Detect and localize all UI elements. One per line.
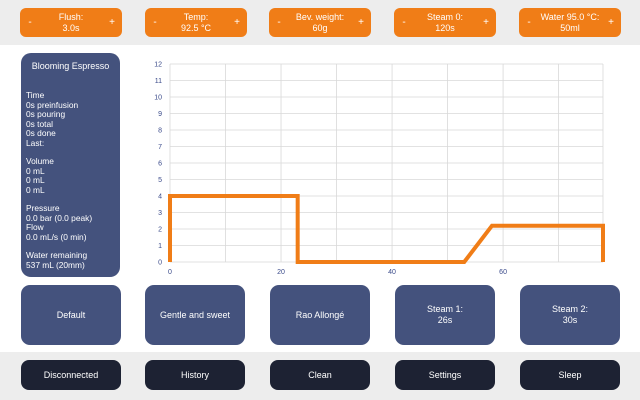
y-tick-label: 10 [154,95,162,102]
y-tick-label: 0 [158,260,162,267]
disconnected-button[interactable]: Disconnected [21,360,121,390]
y-tick-label: 4 [158,194,162,201]
preset-default-button[interactable]: Default [21,285,121,345]
y-tick-label: 8 [158,128,162,135]
y-tick-label: 5 [158,177,162,184]
x-tick-label: 40 [388,269,396,276]
y-tick-label: 9 [158,111,162,118]
y-tick-label: 1 [158,243,162,250]
clean-button[interactable]: Clean [270,360,370,390]
y-tick-label: 3 [158,210,162,217]
history-button[interactable]: History [145,360,245,390]
y-tick-label: 12 [154,62,162,69]
steam-2-button[interactable]: Steam 2: 30s [520,285,620,345]
sleep-button[interactable]: Sleep [520,360,620,390]
y-tick-label: 2 [158,227,162,234]
settings-button[interactable]: Settings [395,360,495,390]
y-tick-label: 6 [158,161,162,168]
preset-rao-allonge-button[interactable]: Rao Allongé [270,285,370,345]
x-tick-label: 0 [168,269,172,276]
y-tick-label: 11 [155,78,162,85]
x-tick-label: 20 [277,269,285,276]
y-tick-label: 7 [158,144,162,151]
preset-gentle-sweet-button[interactable]: Gentle and sweet [145,285,245,345]
x-tick-label: 60 [499,269,507,276]
steam-1-button[interactable]: Steam 1: 26s [395,285,495,345]
